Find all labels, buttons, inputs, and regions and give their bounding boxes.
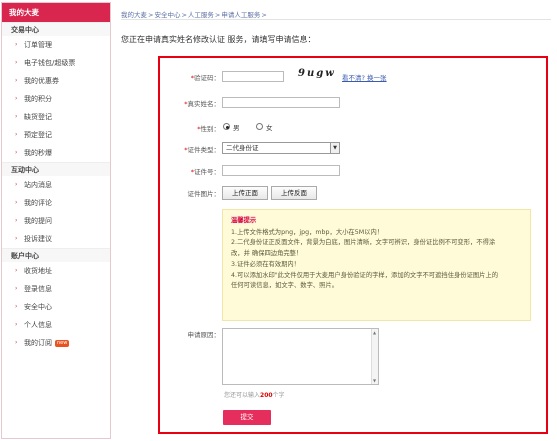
tips-line: 改，并 确保四边角完整！ [231, 250, 303, 258]
captcha-label: *验证码： [190, 74, 220, 82]
arrow-icon: › [15, 199, 18, 206]
scroll-up-icon[interactable]: ▲ [373, 330, 376, 335]
sidebar-item-login-info[interactable]: › 登录信息 [2, 280, 110, 298]
sidebar-item-wallet[interactable]: › 电子钱包/超级票 [2, 54, 110, 72]
upload-back-button[interactable]: 上传反面 [271, 186, 317, 200]
tips-title: 温馨提示 [231, 217, 257, 224]
sidebar-item-profile[interactable]: › 个人信息 [2, 316, 110, 334]
gender-male-radio[interactable] [223, 123, 230, 130]
id-number-label: *证件号： [190, 168, 220, 176]
sidebar-item-security[interactable]: › 安全中心 [2, 298, 110, 316]
gender-label: *性别： [197, 125, 220, 133]
arrow-icon: › [15, 131, 18, 138]
breadcrumb-separator: > [261, 11, 267, 19]
sidebar-item-subscriptions[interactable]: › 我的订阅 new [2, 334, 110, 352]
reason-textarea[interactable]: ▲ ▼ [222, 328, 379, 385]
sidebar-section-account: 账户中心 [2, 248, 110, 262]
tips-line: 4.可以添加水印"此文件仅用于大麦用户身份验证的字样，添加的文字不可遮挡住身份证… [231, 271, 499, 279]
chevron-down-icon: ▼ [330, 143, 339, 153]
tips-line: 1.上传文件格式为png，jpg，mbp，大小在5M以内！ [231, 228, 384, 236]
reason-label: 申请原因： [187, 331, 221, 339]
arrow-icon: › [15, 149, 18, 156]
gender-female-radio[interactable] [256, 123, 263, 130]
sidebar-item-orders[interactable]: › 订单管理 [2, 36, 110, 54]
captcha-input[interactable] [222, 71, 284, 82]
breadcrumb-my-damai[interactable]: 我的大麦 [121, 11, 147, 19]
new-badge: new [55, 339, 70, 347]
sidebar-item-reserve[interactable]: › 预定登记 [2, 126, 110, 144]
scroll-down-icon[interactable]: ▼ [373, 378, 376, 383]
breadcrumb-apply[interactable]: 申请人工服务 [221, 11, 260, 19]
sidebar-item-messages[interactable]: › 站内消息 [2, 176, 110, 194]
sidebar-item-address[interactable]: › 收货地址 [2, 262, 110, 280]
breadcrumb-separator: > [148, 11, 154, 19]
textarea-scrollbar[interactable]: ▲ ▼ [371, 329, 378, 384]
arrow-icon: › [15, 321, 18, 328]
id-image-label: 证件图片： [187, 190, 221, 198]
gender-female-label: 女 [266, 124, 273, 132]
sidebar-item-comments[interactable]: › 我的评论 [2, 194, 110, 212]
tips-box: 温馨提示 1.上传文件格式为png，jpg，mbp，大小在5M以内！ 2.二代身… [222, 209, 531, 321]
arrow-icon: › [15, 267, 18, 274]
id-number-input[interactable] [222, 165, 340, 176]
sidebar-item-points[interactable]: › 我的积分 [2, 90, 110, 108]
id-type-select[interactable]: 二代身份证 ▼ [222, 142, 340, 154]
arrow-icon: › [15, 217, 18, 224]
arrow-icon: › [15, 95, 18, 102]
breadcrumb-security[interactable]: 安全中心 [154, 11, 180, 19]
sidebar: 我的大麦 交易中心 › 订单管理 › 电子钱包/超级票 › 我的优惠券 › 我的积分 ›… [1, 2, 111, 439]
submit-button[interactable]: 提交 [223, 410, 271, 425]
real-name-input[interactable] [222, 97, 340, 108]
breadcrumb: 我的大麦>安全中心>人工服务>申请人工服务> [121, 9, 551, 20]
sidebar-title: 我的大麦 [2, 3, 110, 22]
tips-line: 任何可读信息，如文字、数字、照片。 [231, 282, 339, 290]
breadcrumb-separator: > [214, 11, 221, 19]
captcha-refresh-link[interactable]: 看不清? 换一张 [342, 72, 387, 82]
arrow-icon: › [15, 235, 18, 242]
arrow-icon: › [15, 181, 18, 188]
char-count-hint: 您还可以输入200个字 [224, 392, 285, 399]
sidebar-item-flash[interactable]: › 我的秒爆 [2, 144, 110, 162]
page-title: 您正在申请真实姓名修改认证 服务，请填写申请信息： [121, 35, 316, 44]
upload-front-button[interactable]: 上传正面 [222, 186, 268, 200]
sidebar-item-feedback[interactable]: › 投诉建议 [2, 230, 110, 248]
sidebar-item-stockout[interactable]: › 缺货登记 [2, 108, 110, 126]
arrow-icon: › [15, 41, 18, 48]
tips-line: 3.证件必须在有效期内！ [231, 260, 300, 268]
arrow-icon: › [15, 113, 18, 120]
breadcrumb-manual-service[interactable]: 人工服务 [188, 11, 214, 19]
arrow-icon: › [15, 59, 18, 66]
arrow-icon: › [15, 303, 18, 310]
name-label: *真实姓名： [184, 100, 220, 108]
arrow-icon: › [15, 77, 18, 84]
breadcrumb-separator: > [181, 11, 187, 19]
id-type-label: *证件类型： [184, 146, 220, 154]
sidebar-item-coupons[interactable]: › 我的优惠券 [2, 72, 110, 90]
captcha-image[interactable]: 9ugw [298, 68, 336, 79]
tips-line: 2.二代身份证正反面文件，背景为白底，图片清晰，文字可辨识，身份证比例不可变形，… [231, 239, 496, 247]
arrow-icon: › [15, 285, 18, 292]
sidebar-section-interact: 互动中心 [2, 162, 110, 176]
arrow-icon: › [15, 339, 18, 346]
gender-male-label: 男 [233, 124, 240, 132]
sidebar-section-trade: 交易中心 [2, 22, 110, 36]
sidebar-item-questions[interactable]: › 我的提问 [2, 212, 110, 230]
